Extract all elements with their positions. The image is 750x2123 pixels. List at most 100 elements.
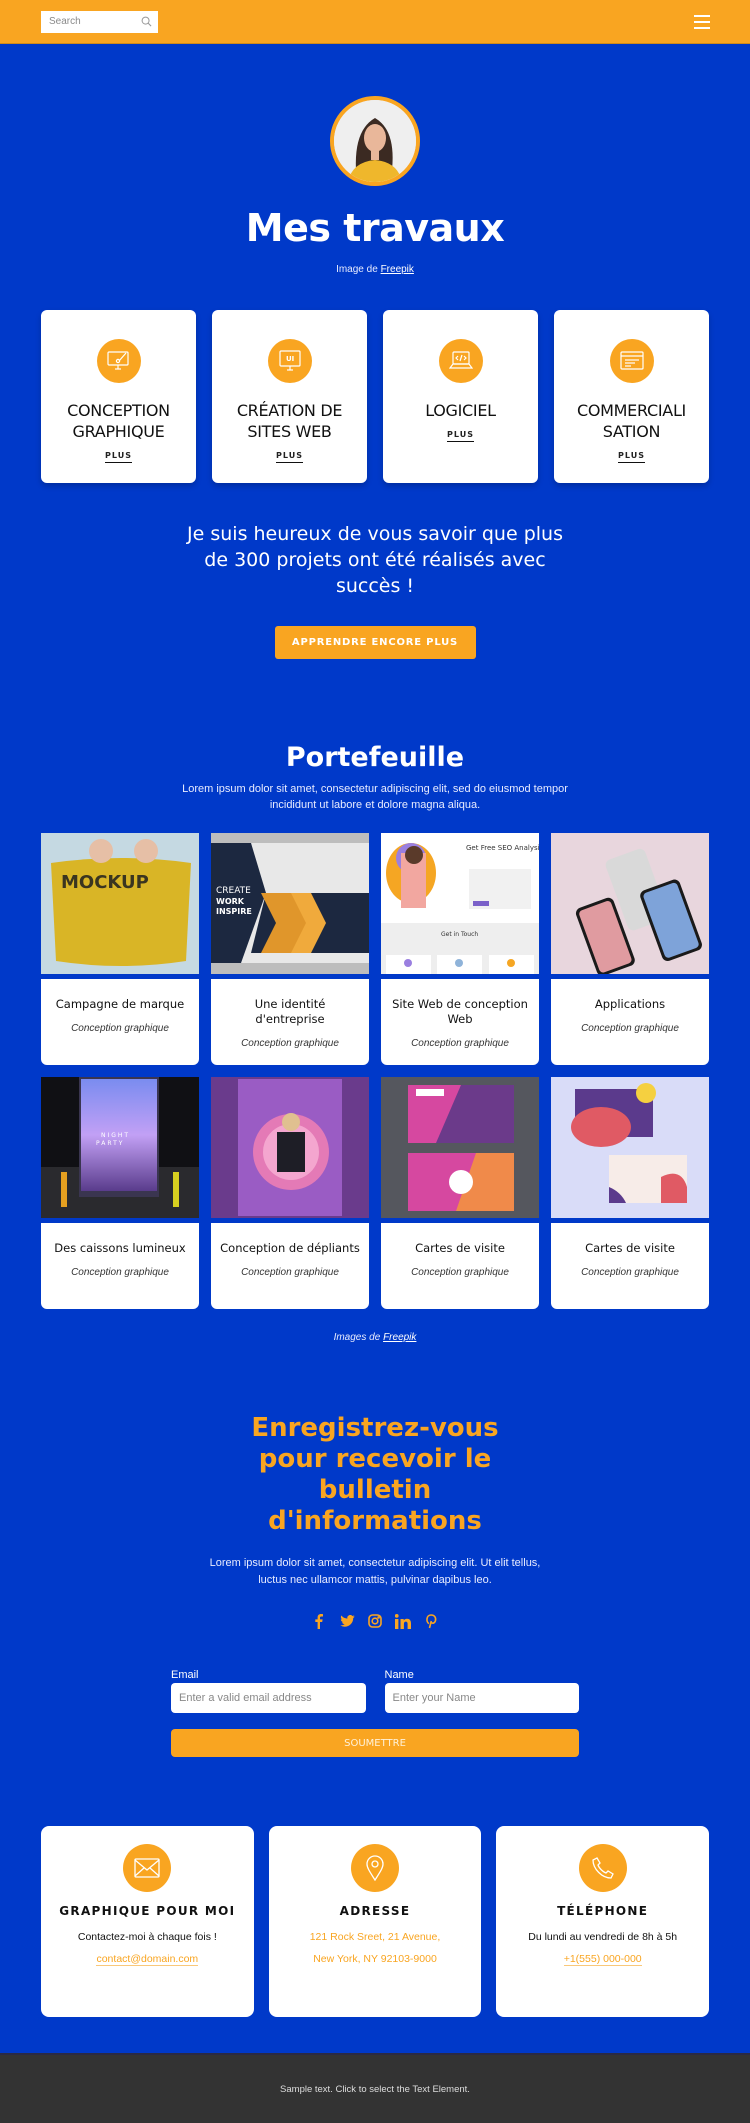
portfolio-lead: Lorem ipsum dolor sit amet, consectetur … [182,783,568,811]
portfolio-item[interactable]: Get Free SEO Analysis? Get in Touch Site … [381,833,539,1065]
service-title: LOGICIEL [425,401,496,420]
tagline: Je suis heureux de vous savoir que plus … [187,523,563,597]
portfolio-item-subtitle: Conception graphique [411,1038,509,1049]
svg-text:Get Free SEO Analysis?: Get Free SEO Analysis? [466,844,539,852]
seo-landing-page-image: Get Free SEO Analysis? Get in Touch [381,833,539,974]
pinterest-icon[interactable] [423,1613,439,1629]
business-template-image: CREATE WORK INSPIRE [211,833,369,974]
email-field[interactable] [171,1683,366,1713]
svg-text:Get in Touch: Get in Touch [441,931,478,938]
svg-text:CREATE: CREATE [216,886,251,896]
phone-link[interactable]: +1(555) 000-000 [563,1953,642,1966]
portfolio-caption: Une identité d'entreprise Conception gra… [211,979,369,1065]
svg-text:PARTY: PARTY [96,1140,124,1147]
more-link[interactable]: PLUS [447,430,474,442]
portfolio-item[interactable]: MOCKUP Campagne de marque Conception gra… [41,833,199,1065]
portfolio-item-title: Cartes de visite [585,1241,675,1255]
contact-detail: contact@domain.com [41,1953,254,1966]
more-link[interactable]: PLUS [618,451,645,463]
hero-section: Mes travaux Image de Freepik [0,44,750,275]
portfolio-item[interactable]: NIGHT PARTY Des caissons lumineux Concept… [41,1077,199,1309]
portfolio-item[interactable]: Applications Conception graphique [551,833,709,1065]
portfolio-item-subtitle: Conception graphique [71,1267,169,1278]
phone-icon [578,1844,627,1892]
twitter-icon[interactable] [339,1613,355,1629]
night-party-lightbox-image: NIGHT PARTY [41,1077,199,1218]
contact-title: TÉLÉPHONE [557,1904,649,1918]
portfolio-item-subtitle: Conception graphique [581,1023,679,1034]
credit-prefix: Images de [333,1332,384,1343]
portfolio-caption: Cartes de visite Conception graphique [551,1223,709,1309]
contact-card: ADRESSE 121 Rock Sreet, 21 Avenue, New Y… [268,1826,482,2017]
service-title: CRÉATION DE SITES WEB [236,401,343,441]
contact-title: ADRESSE [339,1904,411,1918]
portfolio-title: Portefeuille [285,742,465,773]
service-title: COMMERCIALI SATION [577,401,686,441]
portfolio-item-title: Une identité d'entreprise [254,997,326,1026]
social-links [0,1613,750,1629]
svg-text:MOCKUP: MOCKUP [61,872,149,893]
newsletter-form: Email Name SOUMETTRE [171,1669,579,1757]
address-line: New York, NY 92103-9000 [313,1953,437,1965]
portfolio-item[interactable]: Cartes de visite Conception graphique [551,1077,709,1309]
contact-title: GRAPHIQUE POUR MOI [59,1904,236,1918]
credit-prefix: Image de [336,264,381,275]
portfolio-item-title: Conception de dépliants [220,1241,360,1255]
monitor-brush-icon [96,339,141,383]
portfolio-item-subtitle: Conception graphique [241,1267,339,1278]
avatar [330,96,420,186]
svg-text:INSPIRE: INSPIRE [216,907,252,916]
footer: Sample text. Click to select the Text El… [0,2053,750,2123]
portfolio-item-subtitle: Conception graphique [581,1267,679,1278]
contact-card: GRAPHIQUE POUR MOI Contactez-moi à chaqu… [41,1826,254,2017]
submit-button[interactable]: SOUMETTRE [171,1729,579,1757]
portfolio-caption: Cartes de visite Conception graphique [381,1223,539,1309]
contacts-row: GRAPHIQUE POUR MOI Contactez-moi à chaqu… [0,1826,750,2017]
portfolio-item[interactable]: CREATE WORK INSPIRE Une identité d'entrepr… [211,833,369,1065]
footer-text[interactable]: Sample text. Click to select the Text El… [280,2084,470,2095]
linkedin-icon[interactable] [395,1613,411,1629]
email-link[interactable]: contact@domain.com [96,1953,199,1966]
learn-more-button[interactable]: APPRENDRE ENCORE PLUS [274,626,476,659]
portfolio-caption: Conception de dépliants Conception graph… [211,1223,369,1309]
newsletter-lead: Lorem ipsum dolor sit amet, consectetur … [209,1557,541,1586]
search-input[interactable] [49,16,134,27]
iphone-mockups-image [551,833,709,974]
page-title: Mes travaux [245,206,505,250]
portfolio-item[interactable]: Cartes de visite Conception graphique [381,1077,539,1309]
portfolio-caption: Campagne de marque Conception graphique [41,979,199,1065]
envelope-icon [123,1844,172,1892]
pink-business-cards-image [381,1077,539,1218]
mockup-bag-image: MOCKUP [41,833,199,974]
search-icon[interactable] [141,16,152,27]
portfolio-caption: Des caissons lumineux Conception graphiq… [41,1223,199,1309]
instagram-icon[interactable] [367,1613,383,1629]
more-link[interactable]: PLUS [276,451,303,463]
name-label: Name [384,1669,414,1681]
purple-flyer-image [211,1077,369,1218]
services-row: CONCEPTION GRAPHIQUE PLUS UI CRÉATION DE… [0,310,750,483]
address-line: 121 Rock Sreet, 21 Avenue, [309,1931,441,1943]
newsletter-section: Enregistrez-vous pour recevoir le bullet… [0,1413,750,1757]
svg-text:UI: UI [286,355,294,363]
facebook-icon[interactable] [311,1613,327,1629]
pastel-business-cards-image [551,1077,709,1218]
more-link[interactable]: PLUS [105,451,132,463]
hamburger-icon[interactable] [694,14,710,29]
portfolio-credit: Images de Freepik [0,1332,750,1343]
image-credit: Image de Freepik [0,264,750,275]
freepik-link[interactable]: Freepik [383,1332,416,1343]
service-card: COMMERCIALI SATION PLUS [554,310,709,483]
top-bar [0,0,750,44]
portfolio-item[interactable]: Conception de dépliants Conception graph… [211,1077,369,1309]
portfolio-caption: Applications Conception graphique [551,979,709,1065]
svg-text:WORK: WORK [216,897,245,906]
name-field[interactable] [384,1683,579,1713]
laptop-code-icon [438,339,483,383]
map-pin-icon [351,1844,399,1892]
portfolio-caption: Site Web de conception Web Conception gr… [381,979,539,1065]
freepik-link[interactable]: Freepik [381,264,414,275]
search-box[interactable] [41,10,158,33]
service-card: LOGICIEL PLUS [383,310,538,483]
portfolio-item-subtitle: Conception graphique [71,1023,169,1034]
